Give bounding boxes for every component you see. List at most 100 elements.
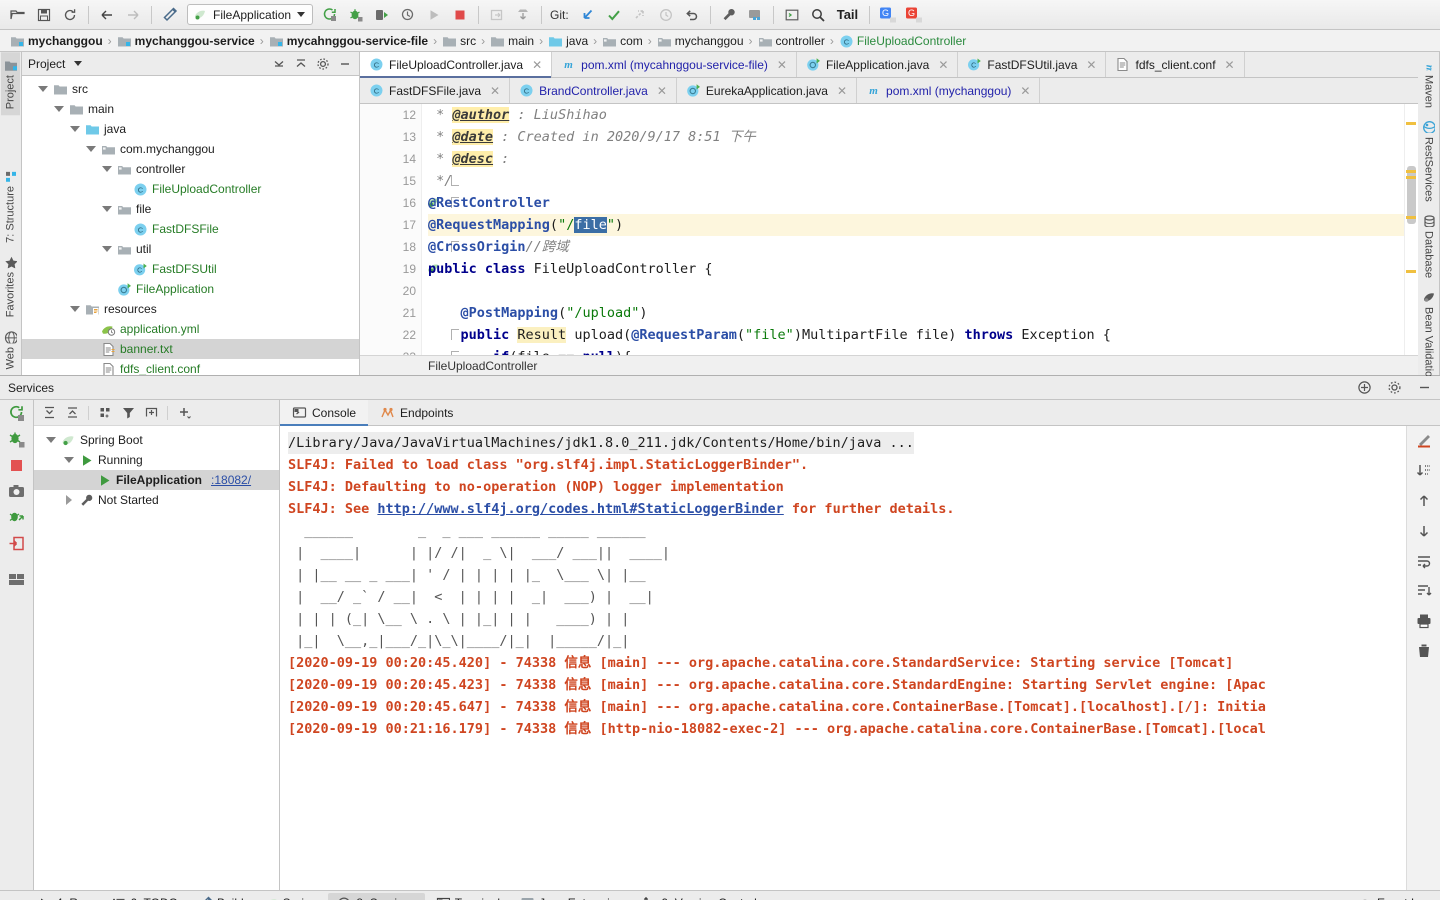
- rerun-icon[interactable]: [318, 4, 342, 26]
- tool-strip-tab-bean-validation[interactable]: Bean Validation: [1419, 284, 1438, 389]
- print-icon[interactable]: [1415, 612, 1433, 630]
- code-text[interactable]: * @author : LiuShihao * @date : Created …: [422, 104, 1404, 355]
- code-line-21[interactable]: @PostMapping("/upload"): [428, 302, 1404, 324]
- code-line-19[interactable]: public class FileUploadController {: [428, 258, 1404, 280]
- update-project-icon[interactable]: [511, 4, 535, 26]
- stop-icon[interactable]: [7, 456, 26, 475]
- gutter-line-20[interactable]: 20: [360, 280, 421, 302]
- error-stripe[interactable]: [1404, 104, 1418, 355]
- chevron-down-icon[interactable]: [37, 86, 48, 92]
- tree-item[interactable]: C FastDFSUtil: [22, 259, 359, 279]
- console-tab-endpoints[interactable]: Endpoints: [368, 400, 465, 425]
- close-icon[interactable]: ✕: [938, 58, 948, 72]
- tool-strip-tab-maven[interactable]: m Maven: [1419, 52, 1438, 114]
- chevron-down-icon[interactable]: [101, 246, 112, 252]
- tree-expander[interactable]: [36, 86, 49, 92]
- tree-expander[interactable]: [100, 206, 113, 212]
- tool-strip-tab-favorites[interactable]: Favorites: [1, 249, 20, 323]
- chevron-down-icon[interactable]: [74, 61, 83, 66]
- group-icon[interactable]: [95, 403, 115, 423]
- close-icon[interactable]: ✕: [657, 84, 667, 98]
- expand-all-icon[interactable]: [293, 56, 309, 72]
- chevron-down-icon[interactable]: [69, 306, 80, 312]
- attach-icon[interactable]: [485, 4, 509, 26]
- down-arrow-icon[interactable]: [1415, 522, 1433, 540]
- gutter-line-16[interactable]: 16: [360, 192, 459, 214]
- run-icon[interactable]: [422, 4, 446, 26]
- editor-tab-pom-xml-mychanggou-[interactable]: m pom.xml (mychanggou) ✕: [857, 78, 1041, 103]
- rollback-icon[interactable]: [680, 4, 704, 26]
- tree-expander[interactable]: [68, 306, 81, 312]
- commit-check-icon[interactable]: [602, 4, 626, 26]
- gutter-line-18[interactable]: 18: [360, 236, 459, 258]
- tool-strip-tab-database[interactable]: Database: [1419, 208, 1438, 284]
- gutter-line-17[interactable]: 17: [360, 214, 421, 236]
- console-hyperlink[interactable]: http://www.slf4j.org/codes.html#StaticLo…: [377, 501, 783, 517]
- editor-breadcrumb-strip[interactable]: FileUploadController: [360, 355, 1418, 375]
- close-icon[interactable]: ✕: [532, 58, 542, 72]
- console-tab-console[interactable]: Console: [280, 400, 369, 426]
- tree-item[interactable]: C FileUploadController: [22, 179, 359, 199]
- filter-icon[interactable]: [118, 403, 138, 423]
- gutter-line-15[interactable]: 15: [360, 170, 459, 192]
- tree-item[interactable]: C FastDFSFile: [22, 219, 359, 239]
- tree-item[interactable]: controller: [22, 159, 359, 179]
- add-service-icon[interactable]: [1356, 380, 1372, 396]
- chevron-right-icon[interactable]: [65, 495, 72, 505]
- chevron-down-icon[interactable]: [101, 166, 112, 172]
- close-icon[interactable]: ✕: [490, 84, 500, 98]
- breadcrumb-item-main[interactable]: main: [486, 34, 538, 48]
- hide-icon[interactable]: [337, 56, 353, 72]
- export-icon[interactable]: [7, 534, 26, 553]
- tree-item[interactable]: file: [22, 199, 359, 219]
- debug-icon[interactable]: [7, 430, 26, 449]
- tool-window-button-run[interactable]: 4: Run: [28, 893, 100, 900]
- tree-item[interactable]: banner.txt: [22, 339, 359, 359]
- services-tree-item[interactable]: Not Started: [34, 490, 279, 510]
- chevron-down-icon[interactable]: [101, 206, 112, 212]
- tool-window-button-services[interactable]: 8: Services: [328, 892, 425, 900]
- tree-item[interactable]: src: [22, 79, 359, 99]
- project-tree[interactable]: src main java com.mychanggou controller C File…: [22, 76, 359, 375]
- settings-gear-icon[interactable]: [315, 56, 331, 72]
- tree-expander[interactable]: [68, 126, 81, 132]
- history-clock-icon[interactable]: [654, 4, 678, 26]
- editor-tab-fdfs-client-conf[interactable]: fdfs_client.conf ✕: [1106, 52, 1245, 77]
- gutter-line-23[interactable]: 23: [360, 346, 459, 355]
- tree-expander[interactable]: [100, 166, 113, 172]
- editor-tab-pom-xml-mycahnggou-service-file-[interactable]: m pom.xml (mycahnggou-service-file) ✕: [552, 52, 797, 77]
- code-line-20[interactable]: [428, 280, 1404, 302]
- close-icon[interactable]: ✕: [1086, 58, 1096, 72]
- services-tree-item[interactable]: Spring Boot: [34, 430, 279, 450]
- tool-strip-tab-project[interactable]: Project: [1, 52, 20, 116]
- chevron-down-icon[interactable]: [53, 106, 64, 112]
- expand-all-icon[interactable]: [39, 403, 59, 423]
- chevron-down-icon[interactable]: [45, 437, 56, 443]
- tool-strip-tab-7-structure[interactable]: 7: Structure: [1, 163, 20, 249]
- search-everywhere-icon[interactable]: [806, 4, 830, 26]
- tree-item[interactable]: application.yml: [22, 319, 359, 339]
- gutter-line-14[interactable]: 14: [360, 148, 421, 170]
- settings-gear-icon[interactable]: [1386, 380, 1402, 396]
- tail-label[interactable]: Tail: [832, 7, 863, 22]
- forward-arrow-icon[interactable]: [121, 4, 145, 26]
- tool-window-button-terminal[interactable]: Terminal: [427, 893, 509, 900]
- editor-breadcrumb-class[interactable]: FileUploadController: [428, 359, 537, 373]
- save-all-icon[interactable]: [32, 4, 56, 26]
- gutter-line-12[interactable]: 12: [360, 104, 421, 126]
- layout-icon[interactable]: [7, 570, 26, 589]
- editor-tab-fastdfsfile-java[interactable]: C FastDFSFile.java ✕: [360, 78, 511, 103]
- debug-icon[interactable]: [344, 4, 368, 26]
- wrap-text-icon[interactable]: [1415, 552, 1433, 570]
- code-line-22[interactable]: public Result upload(@RequestParam("file…: [428, 324, 1404, 346]
- trash-icon[interactable]: [1415, 642, 1433, 660]
- tree-expander[interactable]: [100, 246, 113, 252]
- up-arrow-icon[interactable]: [1415, 492, 1433, 510]
- tool-window-button-todo[interactable]: 6: TODO: [102, 893, 187, 900]
- breadcrumb-item-mychanggou[interactable]: mychanggou: [6, 34, 107, 48]
- close-icon[interactable]: ✕: [837, 84, 847, 98]
- profiler-icon[interactable]: [396, 4, 420, 26]
- screenshot-icon[interactable]: [7, 482, 26, 501]
- hide-icon[interactable]: [1416, 380, 1432, 396]
- tree-item[interactable]: java: [22, 119, 359, 139]
